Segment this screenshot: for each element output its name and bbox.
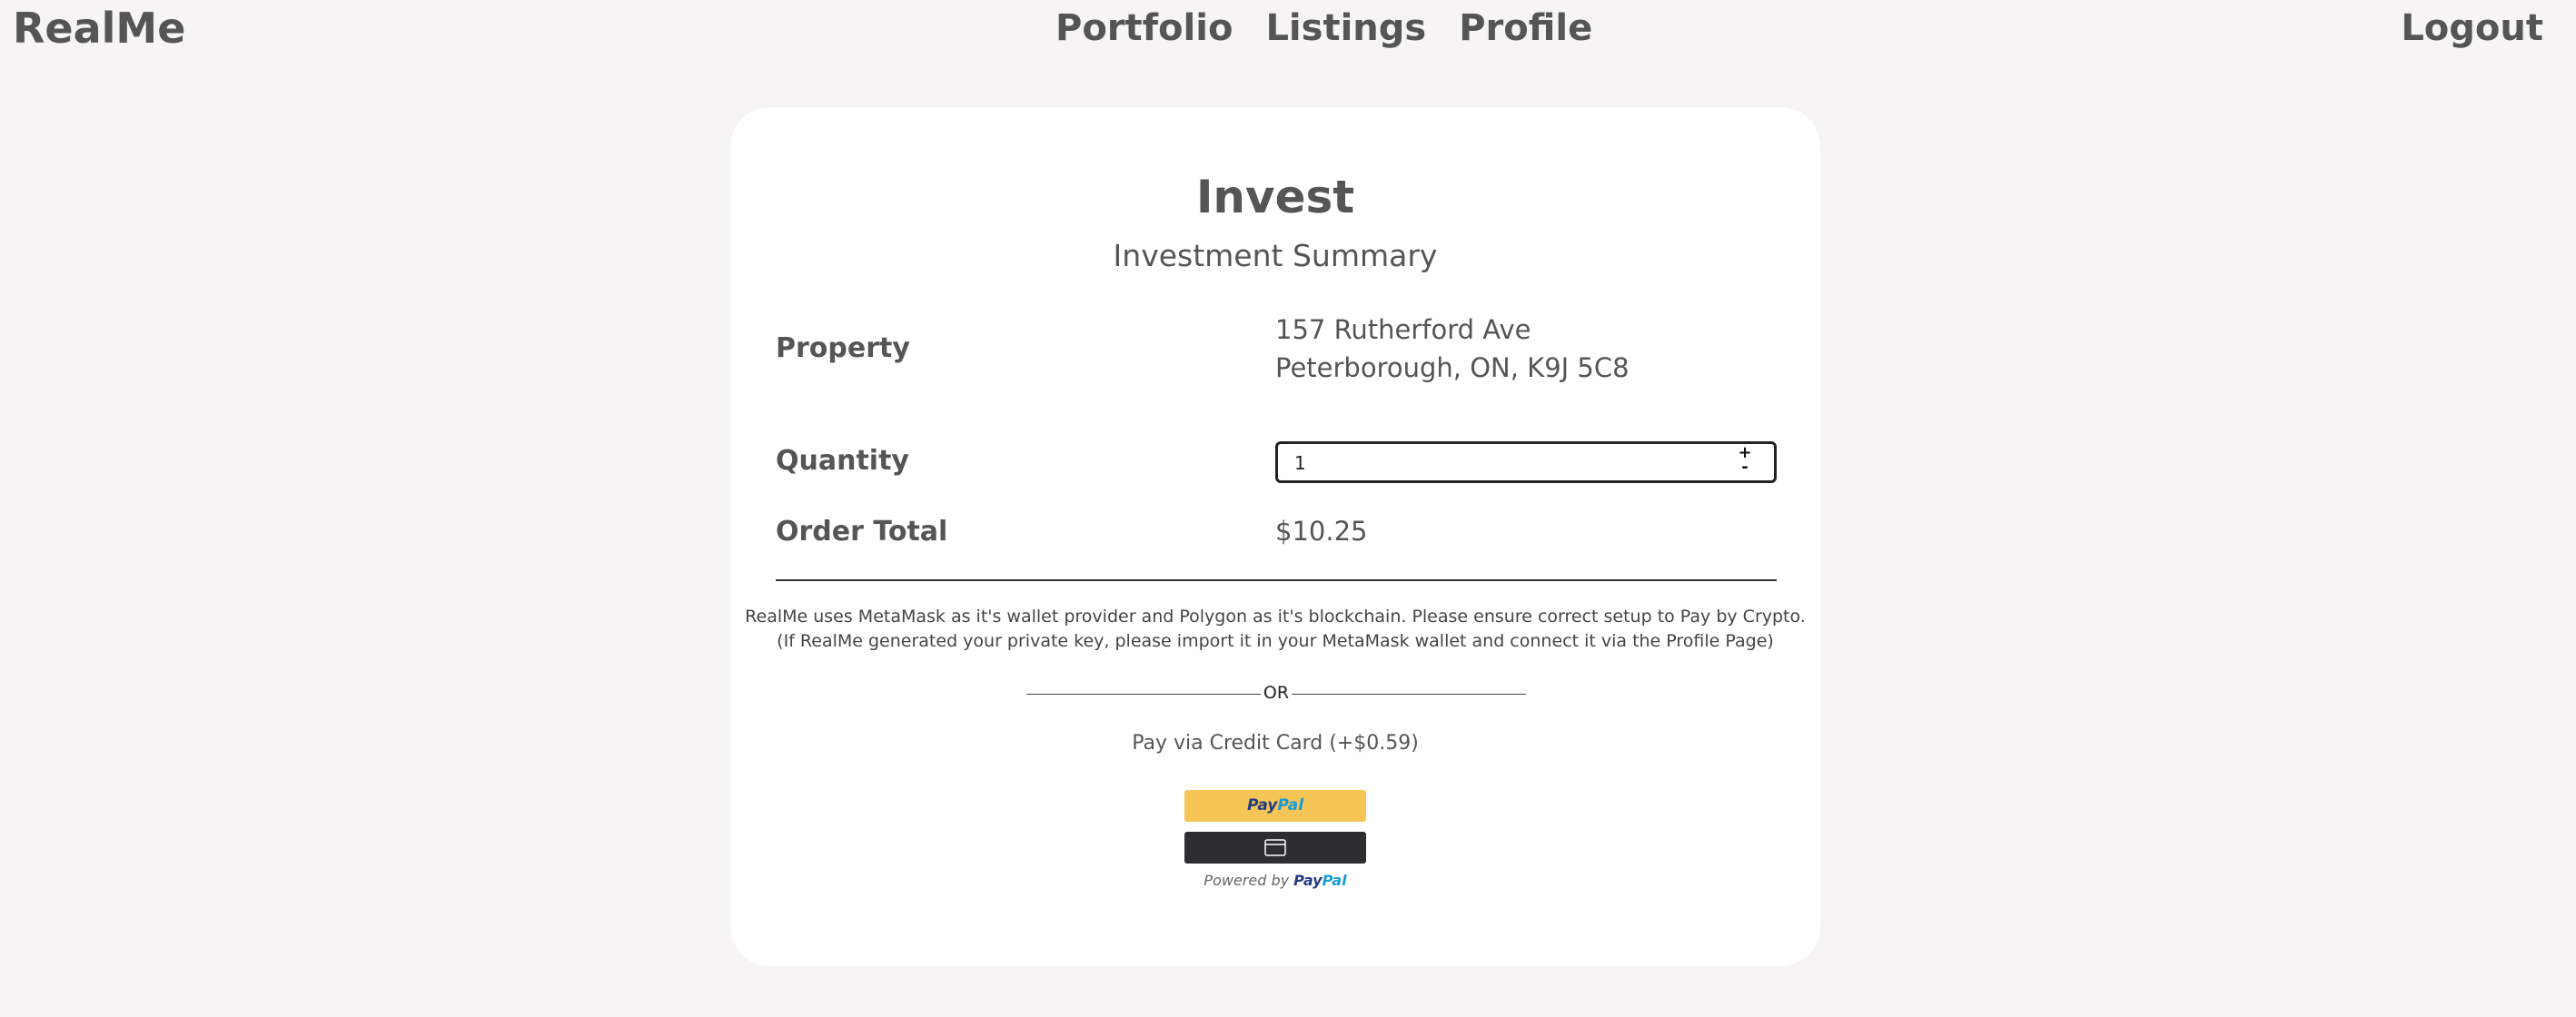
or-text: OR <box>1263 683 1290 703</box>
top-nav: RealMe Portfolio Listings Profile Logout <box>0 0 2576 64</box>
nav-link-listings[interactable]: Listings <box>1265 7 1426 49</box>
paypal-wordmark-pal: Pal <box>1322 872 1347 889</box>
metamask-notice-line1: RealMe uses MetaMask as it's wallet prov… <box>745 607 1806 627</box>
or-line-right <box>1292 694 1526 695</box>
or-separator: OR <box>1026 683 1526 706</box>
property-address: 157 Rutherford Ave Peterborough, ON, K9J… <box>1275 311 1630 387</box>
paypal-wordmark-pay: Pay <box>1293 872 1323 889</box>
debit-credit-card-button[interactable] <box>1184 832 1366 864</box>
property-label: Property <box>776 332 910 364</box>
metamask-notice-line2: (If RealMe generated your private key, p… <box>777 631 1774 651</box>
metamask-notice: RealMe uses MetaMask as it's wallet prov… <box>730 605 1820 654</box>
paypal-logo-pal: Pal <box>1277 796 1304 815</box>
powered-by-paypal: Powered by PayPal <box>730 872 1820 889</box>
section-subtitle: Investment Summary <box>1113 238 1438 273</box>
divider <box>776 579 1777 581</box>
page-title: Invest <box>1195 171 1355 223</box>
order-total-value: $10.25 <box>1275 516 1368 547</box>
quantity-stepper[interactable]: 1 + - <box>1275 441 1777 483</box>
credit-card-fee-text: Pay via Credit Card (+$0.59) <box>1132 732 1419 755</box>
invest-card: Invest Investment Summary Property 157 R… <box>730 107 1820 966</box>
nav-link-portfolio[interactable]: Portfolio <box>1055 7 1233 49</box>
nav-link-profile[interactable]: Profile <box>1459 7 1592 49</box>
nav-links: Portfolio Listings Profile <box>1055 7 1592 49</box>
quantity-controls: + - <box>1738 445 1752 476</box>
property-address-line1: 157 Rutherford Ave <box>1275 314 1531 345</box>
property-address-line2: Peterborough, ON, K9J 5C8 <box>1275 352 1630 383</box>
credit-card-icon <box>1264 839 1286 856</box>
logout-button[interactable]: Logout <box>2401 7 2543 49</box>
decrement-button[interactable]: - <box>1738 459 1752 476</box>
order-total-label: Order Total <box>776 516 948 548</box>
quantity-input[interactable]: 1 <box>1294 452 1306 474</box>
app-logo[interactable]: RealMe <box>13 4 185 53</box>
paypal-logo-pay: Pay <box>1246 796 1278 815</box>
quantity-label: Quantity <box>776 445 909 477</box>
powered-by-text: Powered by <box>1204 872 1290 889</box>
paypal-button[interactable]: PayPal <box>1184 790 1366 822</box>
paypal-wordmark: PayPal <box>1293 872 1346 889</box>
